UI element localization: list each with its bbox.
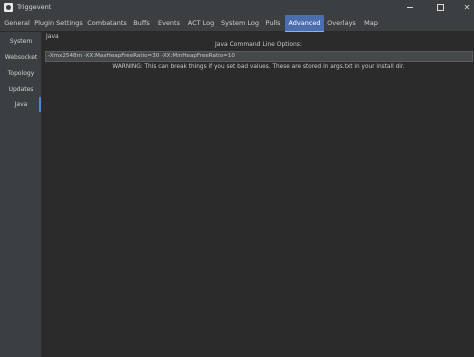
tab-events[interactable]: Events [155,15,183,32]
tab-map[interactable]: Map [359,15,383,32]
tab-overlays[interactable]: Overlays [325,15,358,32]
sidebar-item-java[interactable]: Java [0,97,42,112]
tab-buffs[interactable]: Buffs [130,15,153,32]
maximize-icon[interactable] [431,0,449,15]
sidebar-item-updates[interactable]: Updates [0,82,42,97]
main-tab-bar: General Plugin Settings Combatants Buffs… [0,15,474,32]
java-options-field[interactable]: -Xmx2548m -XX:MaxHeapFreeRatio=30 -XX:Mi… [45,51,473,62]
tab-advanced[interactable]: Advanced [285,15,324,32]
tab-plugin-settings[interactable]: Plugin Settings [33,15,84,32]
warning-text: WARNING: This can break things if you se… [112,64,405,70]
window-title: Triggevent [17,3,52,11]
tab-system-log[interactable]: System Log [219,15,261,32]
minimize-icon[interactable] [401,0,419,15]
sidebar-item-topology[interactable]: Topology [0,66,42,81]
sidebar-item-websocket[interactable]: Websocket [0,50,42,65]
tab-act-log[interactable]: ACT Log [185,15,217,32]
tab-general[interactable]: General [2,15,32,32]
cmd-options-label: Java Command Line Options: [215,41,302,48]
java-settings-panel: Java Java Command Line Options: -Xmx2548… [43,32,474,357]
tab-pulls[interactable]: Pulls [262,15,284,32]
tab-combatants[interactable]: Combatants [86,15,128,32]
group-title: Java [46,33,59,40]
close-icon[interactable]: ✕ [458,0,474,15]
advanced-sidebar: System Websocket Topology Updates Java [0,32,42,357]
sidebar-item-system[interactable]: System [0,34,42,49]
app-icon [4,3,13,12]
title-bar: Triggevent ✕ [0,0,474,15]
